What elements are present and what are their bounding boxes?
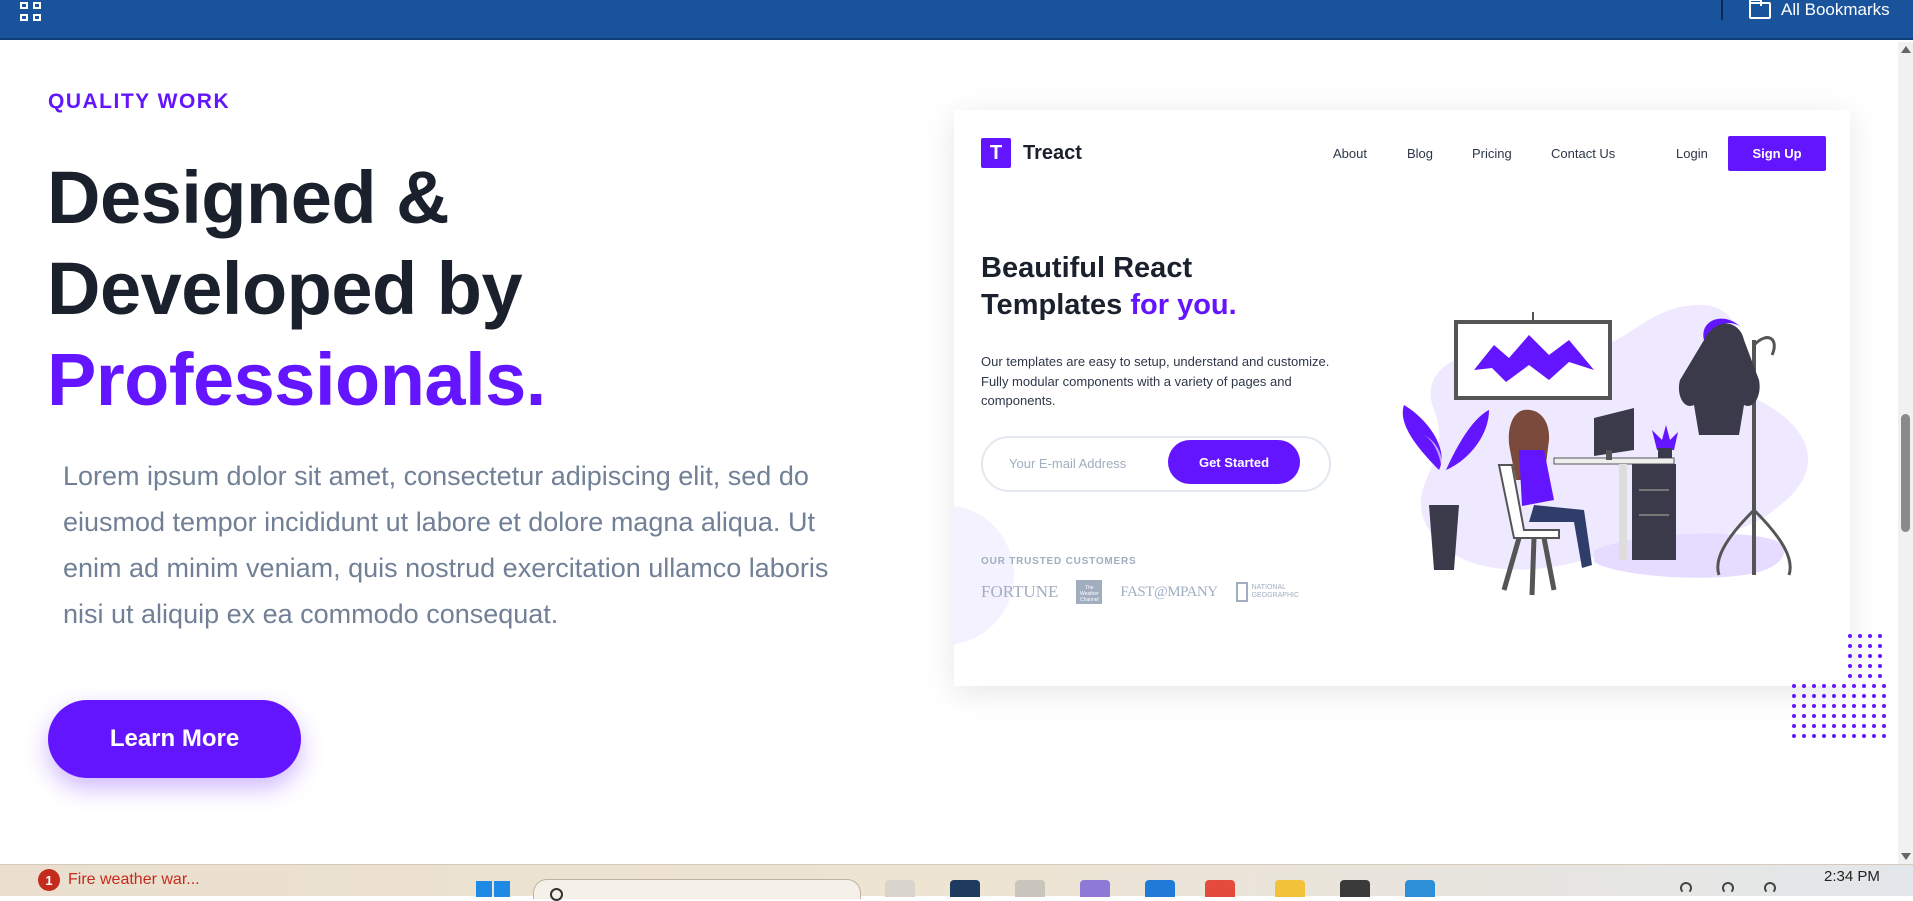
chatgpt-icon[interactable]: [1340, 880, 1370, 897]
page-scrollbar[interactable]: [1898, 42, 1913, 864]
dot-grid-decoration: [1792, 634, 1886, 738]
web-page: QUALITY WORK Designed & Developed by Pro…: [0, 42, 1898, 864]
weather-alert-badge: 1: [38, 869, 60, 891]
app-icon[interactable]: [1015, 880, 1045, 897]
headline-line-1: Designed &: [47, 156, 450, 239]
nav-pricing[interactable]: Pricing: [1472, 146, 1512, 161]
bookmarks-divider: [1721, 0, 1723, 20]
scrollbar-thumb[interactable]: [1901, 414, 1910, 532]
decorative-blob: [954, 505, 1014, 645]
nav-login[interactable]: Login: [1676, 146, 1708, 161]
trusted-customers-label: OUR TRUSTED CUSTOMERS: [981, 556, 1137, 567]
scroll-down-arrow-icon[interactable]: [1901, 853, 1911, 860]
treact-logo[interactable]: T Treact: [981, 138, 1082, 168]
windows-start-icon[interactable]: [476, 881, 512, 897]
preview-title-line-1: Beautiful React: [981, 252, 1193, 284]
sign-up-button[interactable]: Sign Up: [1728, 136, 1826, 171]
nav-blog[interactable]: Blog: [1407, 146, 1433, 161]
fortune-logo: FORTUNE: [981, 582, 1059, 601]
vscode-icon[interactable]: [1405, 880, 1435, 897]
preview-title: Beautiful React Templates for you.: [981, 250, 1237, 324]
desk-drawers: [1632, 464, 1676, 560]
nav-about[interactable]: About: [1333, 146, 1367, 161]
visual-studio-icon[interactable]: [1080, 880, 1110, 897]
email-placeholder: Your E-mail Address: [1009, 456, 1127, 471]
hero-description: Lorem ipsum dolor sit amet, consectetur …: [63, 461, 829, 629]
scroll-up-arrow-icon[interactable]: [1901, 46, 1911, 53]
volume-icon[interactable]: [1722, 882, 1734, 894]
task-view-icon[interactable]: [885, 880, 915, 897]
weather-widget[interactable]: 1 Fire weather war...: [38, 869, 200, 891]
learn-more-button[interactable]: Learn More: [48, 700, 301, 778]
folder-icon: [1749, 0, 1771, 19]
hero-headline: Designed & Developed by Professionals.: [47, 152, 546, 425]
nav-contact-us[interactable]: Contact Us: [1551, 146, 1615, 161]
trusted-customers-logos: FORTUNE The Weather Channel FAST@MPANY N…: [981, 580, 1299, 604]
taskbar-clock[interactable]: 2:34 PM: [1824, 868, 1880, 885]
template-preview-card: T Treact About Blog Pricing Contact Us L…: [954, 110, 1850, 686]
battery-icon[interactable]: [1764, 882, 1776, 894]
weather-channel-logo: The Weather Channel: [1076, 580, 1103, 604]
desk-top: [1553, 457, 1675, 465]
wifi-icon[interactable]: [1680, 882, 1692, 894]
all-bookmarks-label: All Bookmarks: [1781, 0, 1890, 19]
apps-grid-icon[interactable]: [20, 2, 42, 21]
preview-description: Our templates are easy to setup, underst…: [981, 354, 1330, 408]
chrome-icon[interactable]: [1205, 880, 1235, 897]
logo-text: Treact: [1023, 141, 1082, 164]
preview-title-line-2: Templates: [981, 289, 1123, 321]
outlook-icon[interactable]: [1145, 880, 1175, 897]
get-started-button[interactable]: Get Started: [1168, 440, 1300, 484]
file-explorer-icon[interactable]: [1275, 880, 1305, 897]
preview-title-accent: for you.: [1130, 289, 1237, 321]
taskbar-search-box[interactable]: [533, 879, 861, 901]
hero-subheading: QUALITY WORK: [48, 90, 231, 113]
logo-mark: T: [981, 138, 1011, 168]
bookmarks-bar: All Bookmarks: [0, 0, 1913, 40]
weather-alert-text: Fire weather war...: [68, 871, 200, 888]
headline-line-2: Developed by: [47, 247, 523, 330]
all-bookmarks-button[interactable]: All Bookmarks: [1749, 0, 1890, 20]
headline-accent: Professionals.: [47, 338, 546, 421]
workspace-illustration: [1402, 304, 1809, 596]
terminal-icon[interactable]: [950, 880, 980, 897]
search-icon: [550, 888, 563, 901]
windows-taskbar: 1 Fire weather war... 2:34 PM: [0, 864, 1913, 901]
plant-pot: [1429, 505, 1459, 570]
fast-company-logo: FAST@MPANY: [1120, 583, 1218, 600]
national-geographic-logo: NATIONAL GEOGRAPHIC: [1235, 582, 1299, 602]
